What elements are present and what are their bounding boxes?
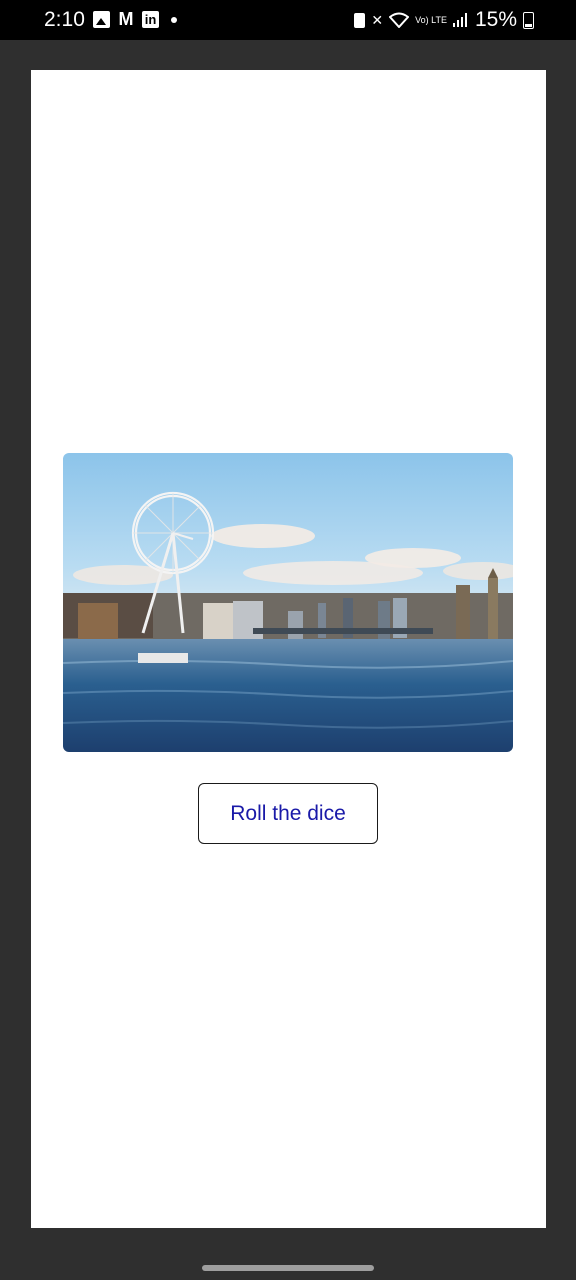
- gallery-icon: [93, 11, 110, 28]
- notification-dot-icon: [171, 16, 177, 23]
- sim-icon: [354, 12, 366, 28]
- status-bar: 2:10 M in ✕ Vo) LTE 15%: [0, 0, 576, 40]
- gesture-navigation-bar[interactable]: [202, 1265, 374, 1271]
- signal-icon: [452, 13, 467, 27]
- linkedin-icon: in: [142, 11, 159, 28]
- system-icons: ✕ Vo) LTE 15%: [354, 8, 534, 32]
- volte-lte-icon: Vo) LTE: [415, 14, 447, 25]
- roll-dice-button[interactable]: Roll the dice: [198, 783, 378, 844]
- battery-percent: 15%: [474, 8, 517, 31]
- mute-icon: ✕: [371, 12, 384, 28]
- wifi-icon: [389, 12, 410, 28]
- london-eye-image: [63, 453, 513, 752]
- status-time: 2:10: [44, 8, 85, 31]
- notification-icons: M in: [93, 9, 177, 29]
- gmail-icon: M: [118, 9, 134, 29]
- app-content: Roll the dice: [31, 70, 546, 1228]
- battery-icon: [523, 11, 534, 29]
- london-eye-thames-photo: [63, 453, 513, 752]
